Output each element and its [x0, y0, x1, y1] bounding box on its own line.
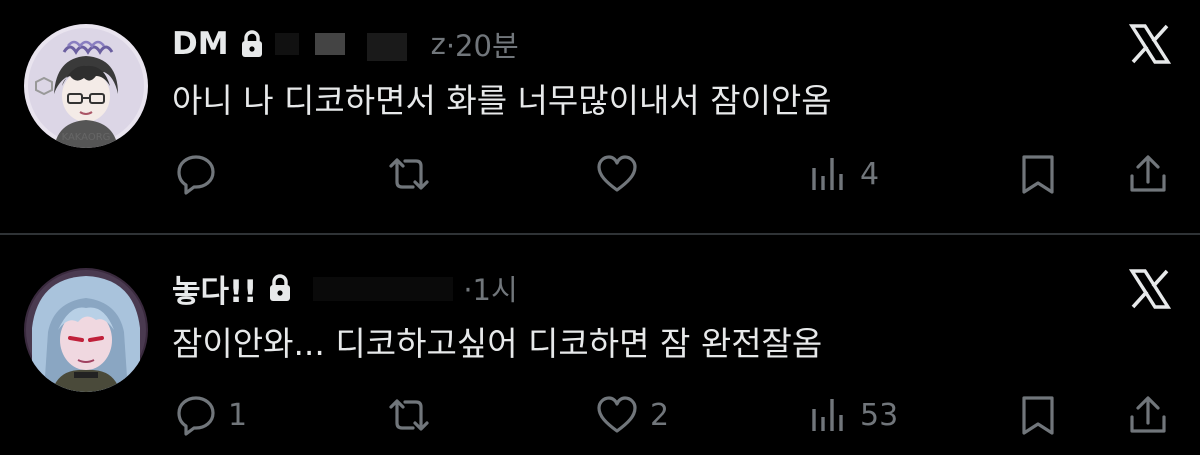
post-time[interactable]: ·20분	[446, 23, 519, 65]
share-button[interactable]	[1126, 391, 1170, 439]
avatar[interactable]	[24, 268, 148, 392]
avatar-image: KAKAORG	[24, 24, 148, 148]
lock-icon	[241, 30, 262, 57]
like-button[interactable]	[594, 150, 650, 198]
views-count: 4	[860, 156, 880, 192]
share-upload-icon	[1130, 396, 1166, 433]
reply-count: 1	[228, 397, 248, 433]
speech-bubble-icon	[177, 396, 215, 436]
share-button[interactable]	[1126, 150, 1170, 198]
x-logo-icon[interactable]	[1128, 22, 1172, 66]
handle-tail: z	[430, 27, 446, 61]
share-upload-icon	[1130, 155, 1166, 192]
speech-bubble-icon	[177, 155, 215, 195]
bar-chart-icon	[812, 158, 843, 190]
views-count: 53	[860, 397, 899, 433]
post-header: DM z ·20분	[172, 22, 519, 66]
post-2[interactable]: 놓다!! ·1시 잠이안와... 디코하고싶어 디코하면 잠 완전잘옴 1 2 …	[0, 234, 1200, 455]
avatar[interactable]: KAKAORG	[24, 24, 148, 148]
action-bar: 1 2 53	[0, 391, 1200, 439]
redacted-handle	[274, 29, 431, 61]
reply-button[interactable]: 1	[174, 391, 247, 439]
retweet-button[interactable]	[386, 391, 442, 439]
reply-button[interactable]	[174, 150, 228, 198]
display-name[interactable]: 놓다!!	[172, 266, 257, 311]
like-button[interactable]: 2	[594, 391, 669, 439]
post-header: 놓다!! ·1시	[172, 266, 518, 310]
bookmark-button[interactable]	[1016, 150, 1060, 198]
bookmark-button[interactable]	[1016, 391, 1060, 439]
post-time[interactable]: ·1시	[463, 267, 517, 309]
bookmark-icon	[1022, 396, 1054, 435]
display-name[interactable]: DM	[172, 26, 229, 62]
post-1[interactable]: KAKAORG DM z ·20분 아니 나 디코하면서 화를 너무많이내서 잠…	[0, 0, 1200, 233]
views-button[interactable]: 4	[806, 150, 879, 198]
x-logo-icon[interactable]	[1128, 267, 1172, 311]
avatar-image	[24, 268, 148, 392]
post-text: 잠이안와... 디코하고싶어 디코하면 잠 완전잘옴	[172, 324, 823, 363]
like-count: 2	[650, 397, 670, 433]
views-button[interactable]: 53	[806, 391, 898, 439]
heart-icon	[597, 396, 637, 433]
bookmark-icon	[1022, 155, 1054, 194]
retweet-arrows-icon	[389, 399, 429, 431]
redacted-handle	[303, 273, 464, 303]
bar-chart-icon	[812, 399, 843, 431]
heart-icon	[597, 155, 637, 192]
lock-icon	[270, 274, 291, 301]
retweet-arrows-icon	[389, 158, 429, 190]
action-bar: 4	[0, 150, 1200, 198]
retweet-button[interactable]	[386, 150, 442, 198]
avatar-label: KAKAORG	[62, 132, 111, 143]
post-text: 아니 나 디코하면서 화를 너무많이내서 잠이안옴	[172, 81, 832, 120]
